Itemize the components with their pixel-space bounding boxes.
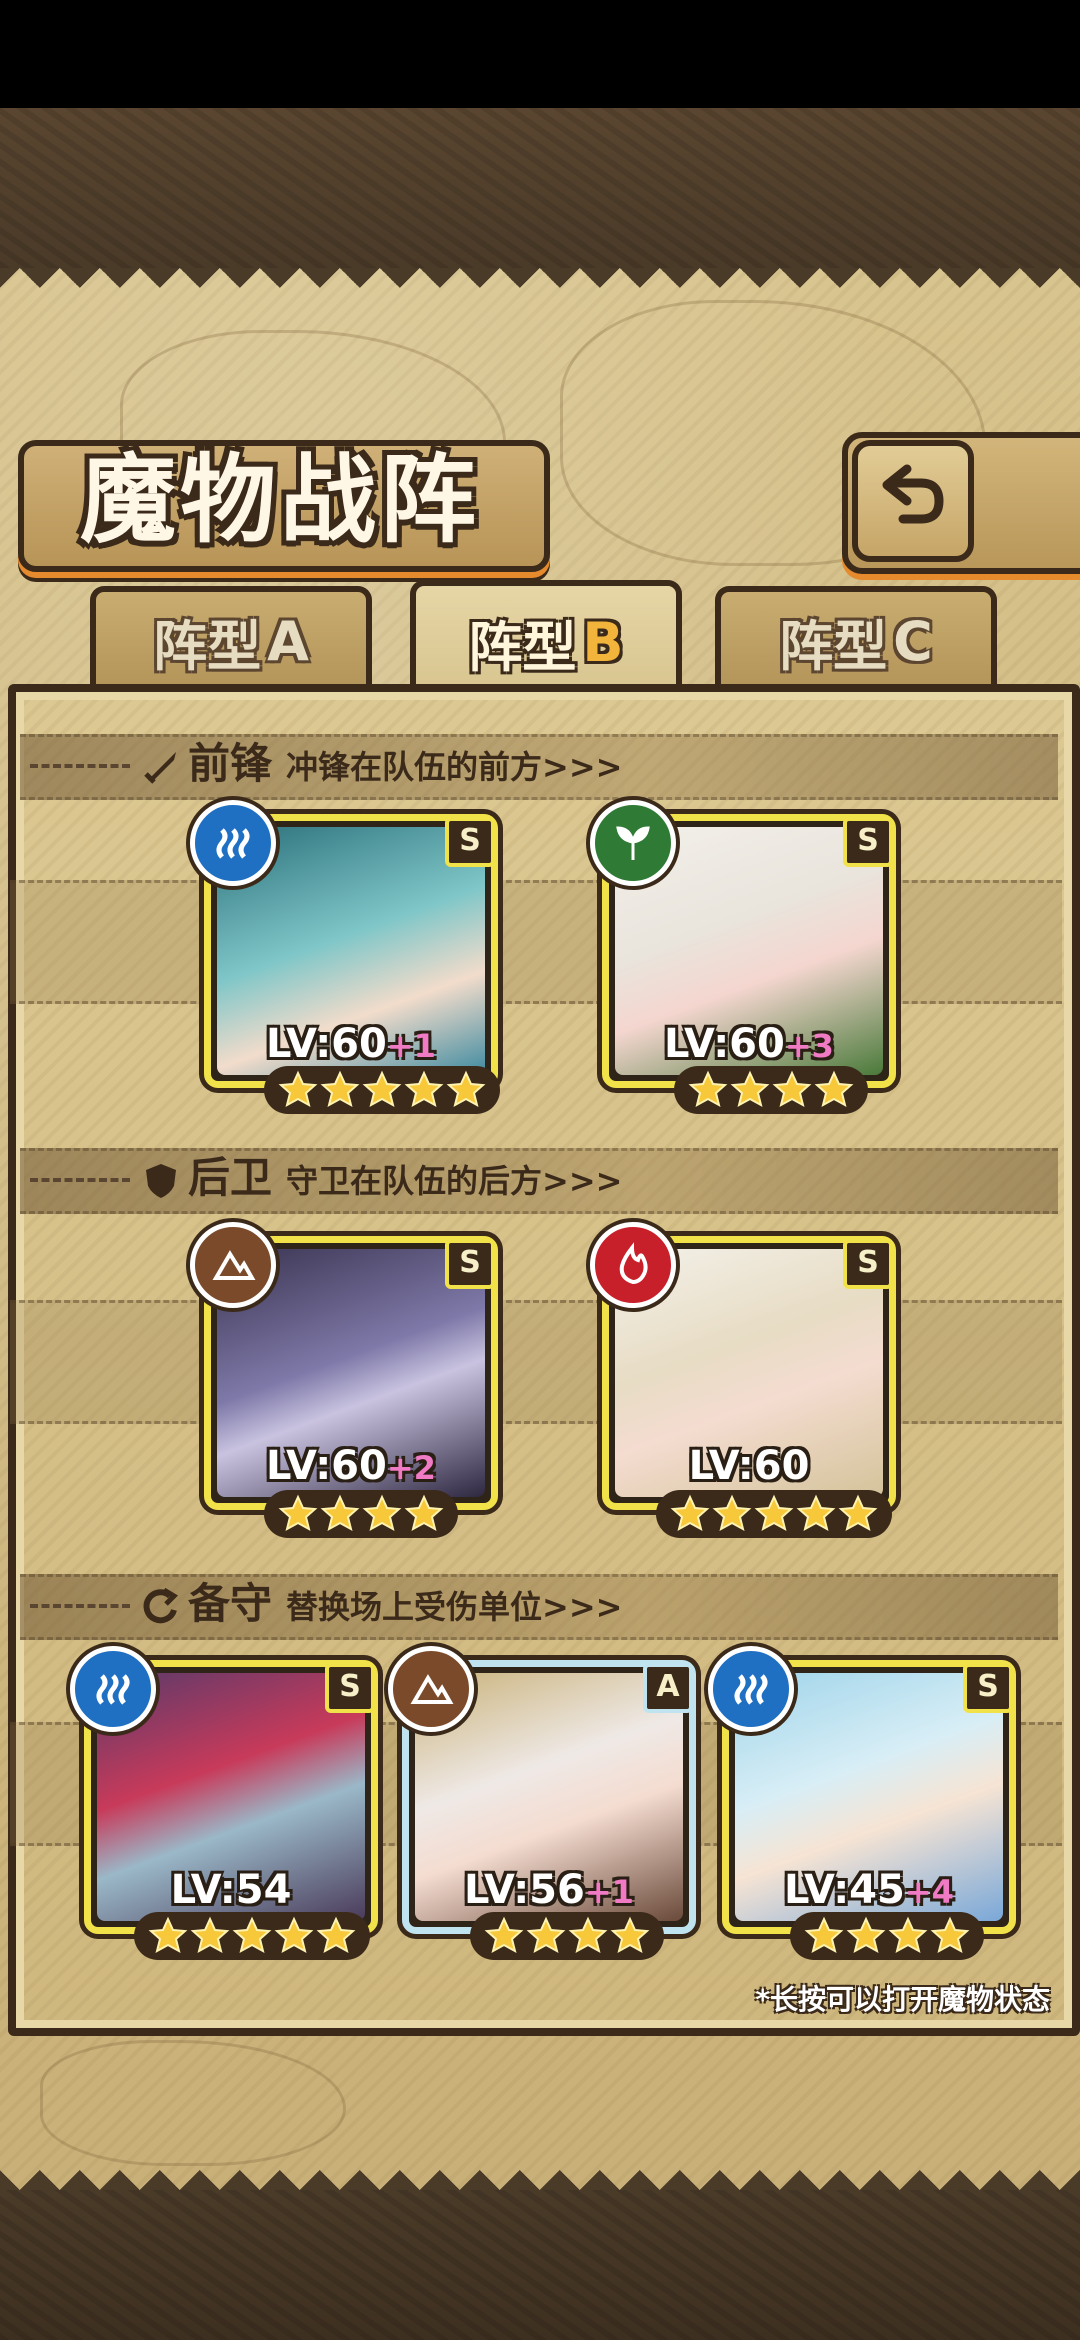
long-press-hint: *长按可以打开魔物状态 [755,1983,1050,2016]
star-icon [484,1916,524,1953]
swap-icon [143,1587,179,1623]
tab-letter: C [893,609,933,673]
bottom-border-band [0,2190,1080,2340]
star-icon [670,1494,710,1531]
earth-element-icon [190,1222,276,1308]
rank-badge: S [445,817,495,867]
water-element-icon [70,1646,156,1732]
tab-label: 阵型 [779,614,888,678]
star-rating [134,1912,370,1960]
divider [30,764,130,768]
shield-icon [146,1163,176,1198]
star-icon [730,1070,770,1107]
rank-badge: S [445,1239,495,1289]
tab-letter: A [267,609,309,673]
star-icon [362,1494,402,1531]
star-rating [790,1912,984,1960]
torn-edge-bottom [0,2150,1080,2190]
tab-label: 阵型 [153,614,262,678]
section-front: 前锋 冲锋在队伍的前方>>> [140,734,622,794]
tab-formation-b[interactable]: 阵型 B [410,580,682,698]
star-icon [190,1916,230,1953]
section-front-title: 前锋 [188,739,273,788]
star-icon [930,1916,970,1953]
star-icon [754,1494,794,1531]
star-icon [320,1070,360,1107]
star-icon [712,1494,752,1531]
star-icon [404,1070,444,1107]
star-icon [362,1070,402,1107]
leaf-element-icon [590,800,676,886]
star-icon [888,1916,928,1953]
tab-label: 阵型 [468,615,577,679]
level-label: LV:56+1 [464,1867,634,1913]
star-icon [804,1916,844,1953]
rank-badge: A [643,1663,693,1713]
star-icon [404,1494,444,1531]
star-rating [264,1066,500,1114]
star-icon [814,1070,854,1107]
back-button[interactable] [852,440,974,562]
star-icon [232,1916,272,1953]
star-icon [838,1494,878,1531]
star-icon [274,1916,314,1953]
section-rear-title: 后卫 [188,1153,273,1202]
star-rating [470,1912,664,1960]
earth-element-icon [388,1646,474,1732]
star-icon [278,1494,318,1531]
star-icon [316,1916,356,1953]
section-reserve-desc: 替换场上受伤单位>>> [286,1588,623,1626]
section-reserve-title: 备守 [188,1579,273,1628]
level-label: LV:60+2 [266,1443,436,1489]
top-border-band [0,108,1080,268]
rank-badge: S [843,817,893,867]
rank-badge: S [325,1663,375,1713]
water-element-icon [708,1646,794,1732]
section-rear: 后卫 守卫在队伍的后方>>> [140,1148,622,1208]
star-icon [526,1916,566,1953]
star-icon [568,1916,608,1953]
star-icon [610,1916,650,1953]
tab-formation-c[interactable]: 阵型 C [715,586,997,690]
star-rating [656,1490,892,1538]
fire-element-icon [590,1222,676,1308]
star-icon [320,1494,360,1531]
section-front-desc: 冲锋在队伍的前方>>> [286,748,623,786]
star-rating [674,1066,868,1114]
tab-letter: B [582,610,624,674]
water-element-icon [190,800,276,886]
sword-icon [144,751,176,784]
torn-edge-top [0,268,1080,308]
level-label: LV:60+1 [266,1021,436,1067]
divider [30,1178,130,1182]
rank-badge: S [963,1663,1013,1713]
section-reserve: 备守 替换场上受伤单位>>> [140,1574,622,1634]
front-rail [10,880,1062,1004]
rear-rail [10,1300,1062,1424]
rank-badge: S [843,1239,893,1289]
level-label: LV:60 [688,1443,810,1489]
star-icon [796,1494,836,1531]
star-icon [772,1070,812,1107]
star-rating [264,1490,458,1538]
star-icon [446,1070,486,1107]
star-icon [688,1070,728,1107]
status-bar [0,0,1080,108]
return-arrow-icon [882,464,944,524]
level-label: LV:60+3 [664,1021,834,1067]
star-icon [278,1070,318,1107]
level-label: LV:45+4 [784,1867,954,1913]
level-label: LV:54 [170,1867,292,1913]
section-rear-desc: 守卫在队伍的后方>>> [286,1162,623,1200]
tab-formation-a[interactable]: 阵型 A [90,586,372,690]
page-title: 魔物战阵 [80,443,480,556]
divider [30,1604,130,1608]
star-icon [846,1916,886,1953]
star-icon [148,1916,188,1953]
